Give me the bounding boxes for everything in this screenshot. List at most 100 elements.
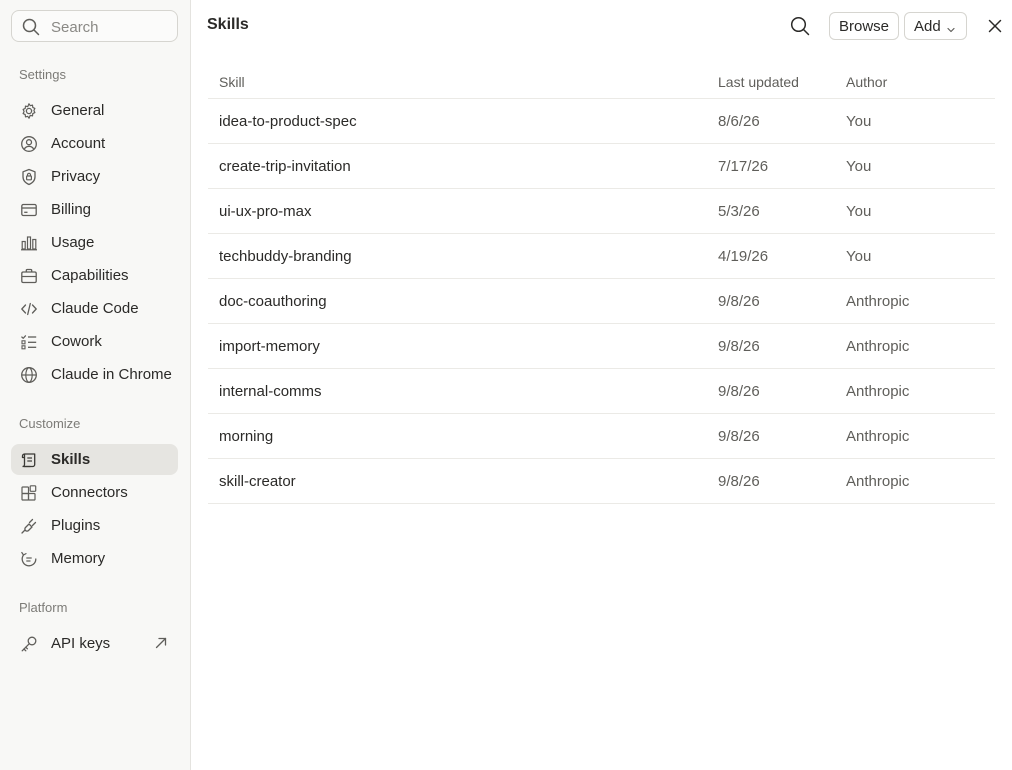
sidebar-item-label: Cowork bbox=[51, 333, 102, 350]
sidebar-item-label: Account bbox=[51, 135, 106, 152]
author: You bbox=[846, 113, 872, 130]
table-row[interactable]: techbuddy-branding 4/19/26 You bbox=[208, 234, 995, 279]
code-icon bbox=[20, 300, 38, 318]
sidebar-item-usage[interactable]: Usage bbox=[11, 227, 178, 258]
sidebar-item-label: Memory bbox=[51, 550, 106, 567]
sidebar-item-plugins[interactable]: Plugins bbox=[11, 510, 178, 541]
section-label-customize: Customize bbox=[19, 416, 81, 431]
column-header-skill[interactable]: Skill bbox=[219, 74, 245, 90]
last-updated: 9/8/26 bbox=[718, 473, 760, 490]
sidebar-search[interactable] bbox=[11, 10, 178, 42]
gear-icon bbox=[20, 102, 38, 120]
page-title: Skills bbox=[207, 16, 249, 33]
author: Anthropic bbox=[846, 338, 910, 355]
scroll-icon bbox=[20, 451, 38, 469]
shield-lock-icon bbox=[20, 168, 38, 186]
sidebar-item-label: Capabilities bbox=[51, 267, 129, 284]
last-updated: 8/6/26 bbox=[718, 113, 760, 130]
last-updated: 7/17/26 bbox=[718, 158, 769, 175]
sidebar-item-account[interactable]: Account bbox=[11, 128, 178, 159]
add-button[interactable]: Add bbox=[904, 12, 967, 40]
author: Anthropic bbox=[846, 473, 910, 490]
sidebar-item-billing[interactable]: Billing bbox=[11, 194, 178, 225]
sidebar-item-label: API keys bbox=[51, 635, 111, 652]
sidebar-item-connectors[interactable]: Connectors bbox=[11, 477, 178, 508]
table-row[interactable]: skill-creator 9/8/26 Anthropic bbox=[208, 459, 995, 504]
sidebar-item-cowork[interactable]: Cowork bbox=[11, 326, 178, 357]
author: Anthropic bbox=[846, 383, 910, 400]
last-updated: 9/8/26 bbox=[718, 383, 760, 400]
skill-name: internal-comms bbox=[219, 383, 322, 400]
sidebar-item-label: Usage bbox=[51, 234, 95, 251]
author: You bbox=[846, 248, 872, 265]
sidebar-item-label: Connectors bbox=[51, 484, 128, 501]
skill-name: skill-creator bbox=[219, 473, 296, 490]
search-icon[interactable] bbox=[789, 15, 811, 37]
checklist-icon bbox=[20, 333, 38, 351]
sidebar-item-api-keys[interactable]: API keys bbox=[11, 628, 178, 659]
sidebar-item-general[interactable]: General bbox=[11, 95, 178, 126]
sidebar-item-claude-in-chrome[interactable]: Claude in Chrome bbox=[11, 359, 178, 390]
sidebar-item-label: Privacy bbox=[51, 168, 101, 185]
key-icon bbox=[20, 635, 38, 653]
sidebar-item-skills[interactable]: Skills bbox=[11, 444, 178, 475]
last-updated: 4/19/26 bbox=[718, 248, 769, 265]
table-row[interactable]: import-memory 9/8/26 Anthropic bbox=[208, 324, 995, 369]
search-icon bbox=[22, 18, 40, 36]
skill-name: techbuddy-branding bbox=[219, 248, 352, 265]
last-updated: 9/8/26 bbox=[718, 338, 760, 355]
external-link-icon bbox=[154, 636, 168, 650]
close-icon[interactable] bbox=[986, 17, 1004, 35]
sidebar-item-label: Claude Code bbox=[51, 300, 139, 317]
skill-name: doc-coauthoring bbox=[219, 293, 327, 310]
table-row[interactable]: doc-coauthoring 9/8/26 Anthropic bbox=[208, 279, 995, 324]
sidebar-item-memory[interactable]: Memory bbox=[11, 543, 178, 574]
skill-name: idea-to-product-spec bbox=[219, 113, 357, 130]
plug-icon bbox=[20, 517, 38, 535]
column-header-author[interactable]: Author bbox=[846, 74, 887, 90]
author: Anthropic bbox=[846, 293, 910, 310]
skill-name: ui-ux-pro-max bbox=[219, 203, 312, 220]
skill-name: create-trip-invitation bbox=[219, 158, 351, 175]
sidebar-item-privacy[interactable]: Privacy bbox=[11, 161, 178, 192]
table-header: Skill Last updated Author bbox=[208, 66, 995, 99]
settings-window: Settings General Account Privacy Billing… bbox=[0, 0, 1012, 770]
author: You bbox=[846, 203, 872, 220]
globe-icon bbox=[20, 366, 38, 384]
table-row[interactable]: ui-ux-pro-max 5/3/26 You bbox=[208, 189, 995, 234]
sidebar-item-claude-code[interactable]: Claude Code bbox=[11, 293, 178, 324]
credit-card-icon bbox=[20, 201, 38, 219]
author: You bbox=[846, 158, 872, 175]
table-row[interactable]: create-trip-invitation 7/17/26 You bbox=[208, 144, 995, 189]
last-updated: 9/8/26 bbox=[718, 293, 760, 310]
section-label-platform: Platform bbox=[19, 600, 68, 615]
table-row[interactable]: idea-to-product-spec 8/6/26 You bbox=[208, 99, 995, 144]
main-panel: Skills Browse Add Skill Last updated Aut… bbox=[191, 0, 1012, 770]
sidebar-item-capabilities[interactable]: Capabilities bbox=[11, 260, 178, 291]
chevron-down-icon bbox=[946, 22, 956, 33]
sidebar-item-label: Skills bbox=[51, 451, 91, 468]
author: Anthropic bbox=[846, 428, 910, 445]
section-label-settings: Settings bbox=[19, 67, 66, 82]
sidebar-item-label: General bbox=[51, 102, 105, 119]
bar-chart-icon bbox=[20, 234, 38, 252]
blocks-icon bbox=[20, 484, 38, 502]
last-updated: 5/3/26 bbox=[718, 203, 760, 220]
table-row[interactable]: morning 9/8/26 Anthropic bbox=[208, 414, 995, 459]
sidebar: Settings General Account Privacy Billing… bbox=[0, 0, 191, 770]
last-updated: 9/8/26 bbox=[718, 428, 760, 445]
browse-button[interactable]: Browse bbox=[829, 12, 899, 40]
table-row[interactable]: internal-comms 9/8/26 Anthropic bbox=[208, 369, 995, 414]
sidebar-item-label: Billing bbox=[51, 201, 92, 218]
column-header-last-updated[interactable]: Last updated bbox=[718, 74, 799, 90]
user-circle-icon bbox=[20, 135, 38, 153]
briefcase-icon bbox=[20, 267, 38, 285]
sidebar-item-label: Claude in Chrome bbox=[51, 366, 172, 383]
sidebar-item-label: Plugins bbox=[51, 517, 101, 534]
memory-icon bbox=[20, 550, 38, 568]
search-input[interactable] bbox=[51, 17, 171, 37]
skill-name: import-memory bbox=[219, 338, 320, 355]
add-button-label: Add bbox=[914, 17, 941, 35]
skill-name: morning bbox=[219, 428, 274, 445]
skills-table: Skill Last updated Author idea-to-produc… bbox=[208, 66, 995, 504]
